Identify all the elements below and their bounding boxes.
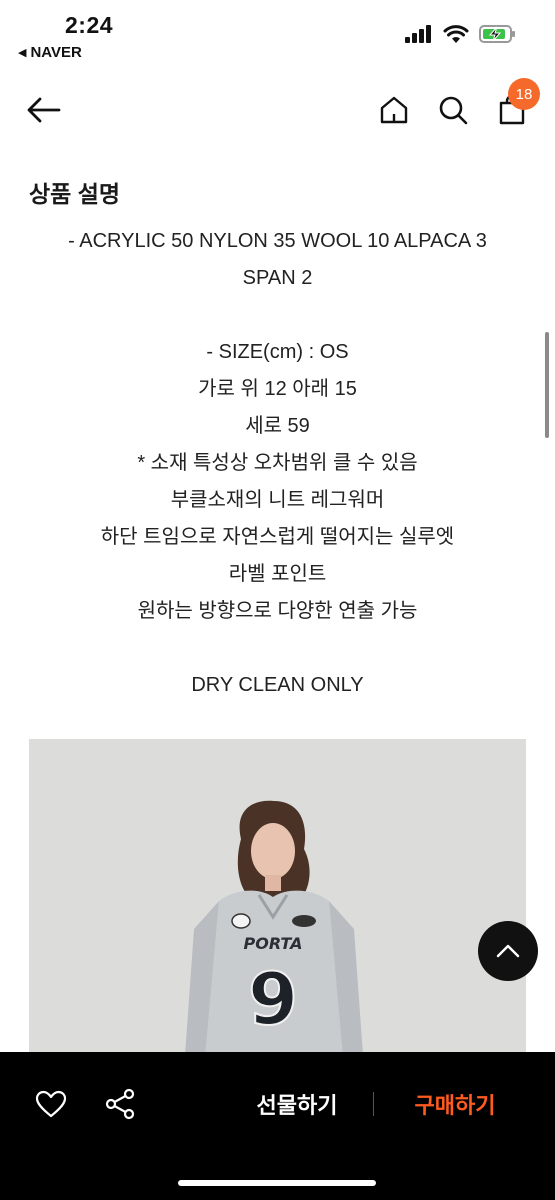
shirt-text: PORTA (244, 934, 303, 953)
description-line-blank (20, 297, 535, 334)
bottom-action-bar: 선물하기 구매하기 (0, 1052, 555, 1200)
description-line: 하단 트임으로 자연스럽게 떨어지는 실루엣 (100, 526, 455, 548)
cart-count-badge: 18 (508, 78, 540, 110)
back-app-label: NAVER (30, 44, 82, 61)
back-to-app-link[interactable]: ◀ NAVER (18, 44, 82, 61)
home-indicator[interactable] (178, 1180, 376, 1186)
gift-button[interactable]: 선물하기 (232, 1082, 362, 1126)
description-line-blank (20, 630, 535, 667)
home-button[interactable] (372, 88, 416, 132)
description-line: - SIZE(cm) : OS (206, 341, 349, 363)
wishlist-button[interactable] (29, 1082, 73, 1126)
description-line: SPAN 2 (242, 267, 313, 289)
heart-icon (35, 1090, 67, 1118)
section-title: 상품 설명 (29, 181, 121, 207)
scrollbar[interactable] (545, 332, 549, 438)
buy-button[interactable]: 구매하기 (390, 1082, 520, 1126)
description-line: 가로 위 12 아래 15 (198, 378, 357, 400)
shirt-number: 9 (248, 957, 298, 1041)
top-nav (0, 78, 555, 142)
back-button[interactable] (22, 88, 66, 132)
share-icon (105, 1088, 135, 1120)
product-description: - ACRYLIC 50 NYLON 35 WOOL 10 ALPACA 3 S… (20, 223, 535, 704)
description-line: - ACRYLIC 50 NYLON 35 WOOL 10 ALPACA 3 (68, 230, 487, 252)
signal-icon (405, 25, 431, 43)
back-triangle-icon: ◀ (18, 47, 27, 59)
back-arrow-icon (27, 97, 61, 123)
description-line: 원하는 방향으로 다양한 연출 가능 (137, 600, 418, 622)
description-line: 라벨 포인트 (228, 563, 327, 585)
product-image: PORTA 9 (29, 739, 526, 1069)
status-icons (405, 24, 517, 44)
scroll-to-top-button[interactable] (478, 921, 538, 981)
search-icon (439, 96, 468, 125)
status-bar: 2:24 ◀ NAVER (0, 0, 555, 70)
model-photo: PORTA 9 (29, 739, 526, 1069)
description-line: DRY CLEAN ONLY (191, 674, 364, 696)
share-button[interactable] (98, 1082, 142, 1126)
status-time: 2:24 (65, 12, 114, 38)
description-line: 세로 59 (245, 415, 310, 437)
bottom-divider (373, 1092, 374, 1116)
search-button[interactable] (431, 88, 475, 132)
wifi-icon (443, 24, 469, 43)
battery-charging-icon (479, 25, 515, 43)
chevron-up-icon (496, 944, 520, 958)
home-icon (380, 96, 408, 124)
description-line: 부클소재의 니트 레그워머 (170, 489, 385, 511)
description-line: * 소재 특성상 오차범위 클 수 있음 (137, 452, 418, 474)
